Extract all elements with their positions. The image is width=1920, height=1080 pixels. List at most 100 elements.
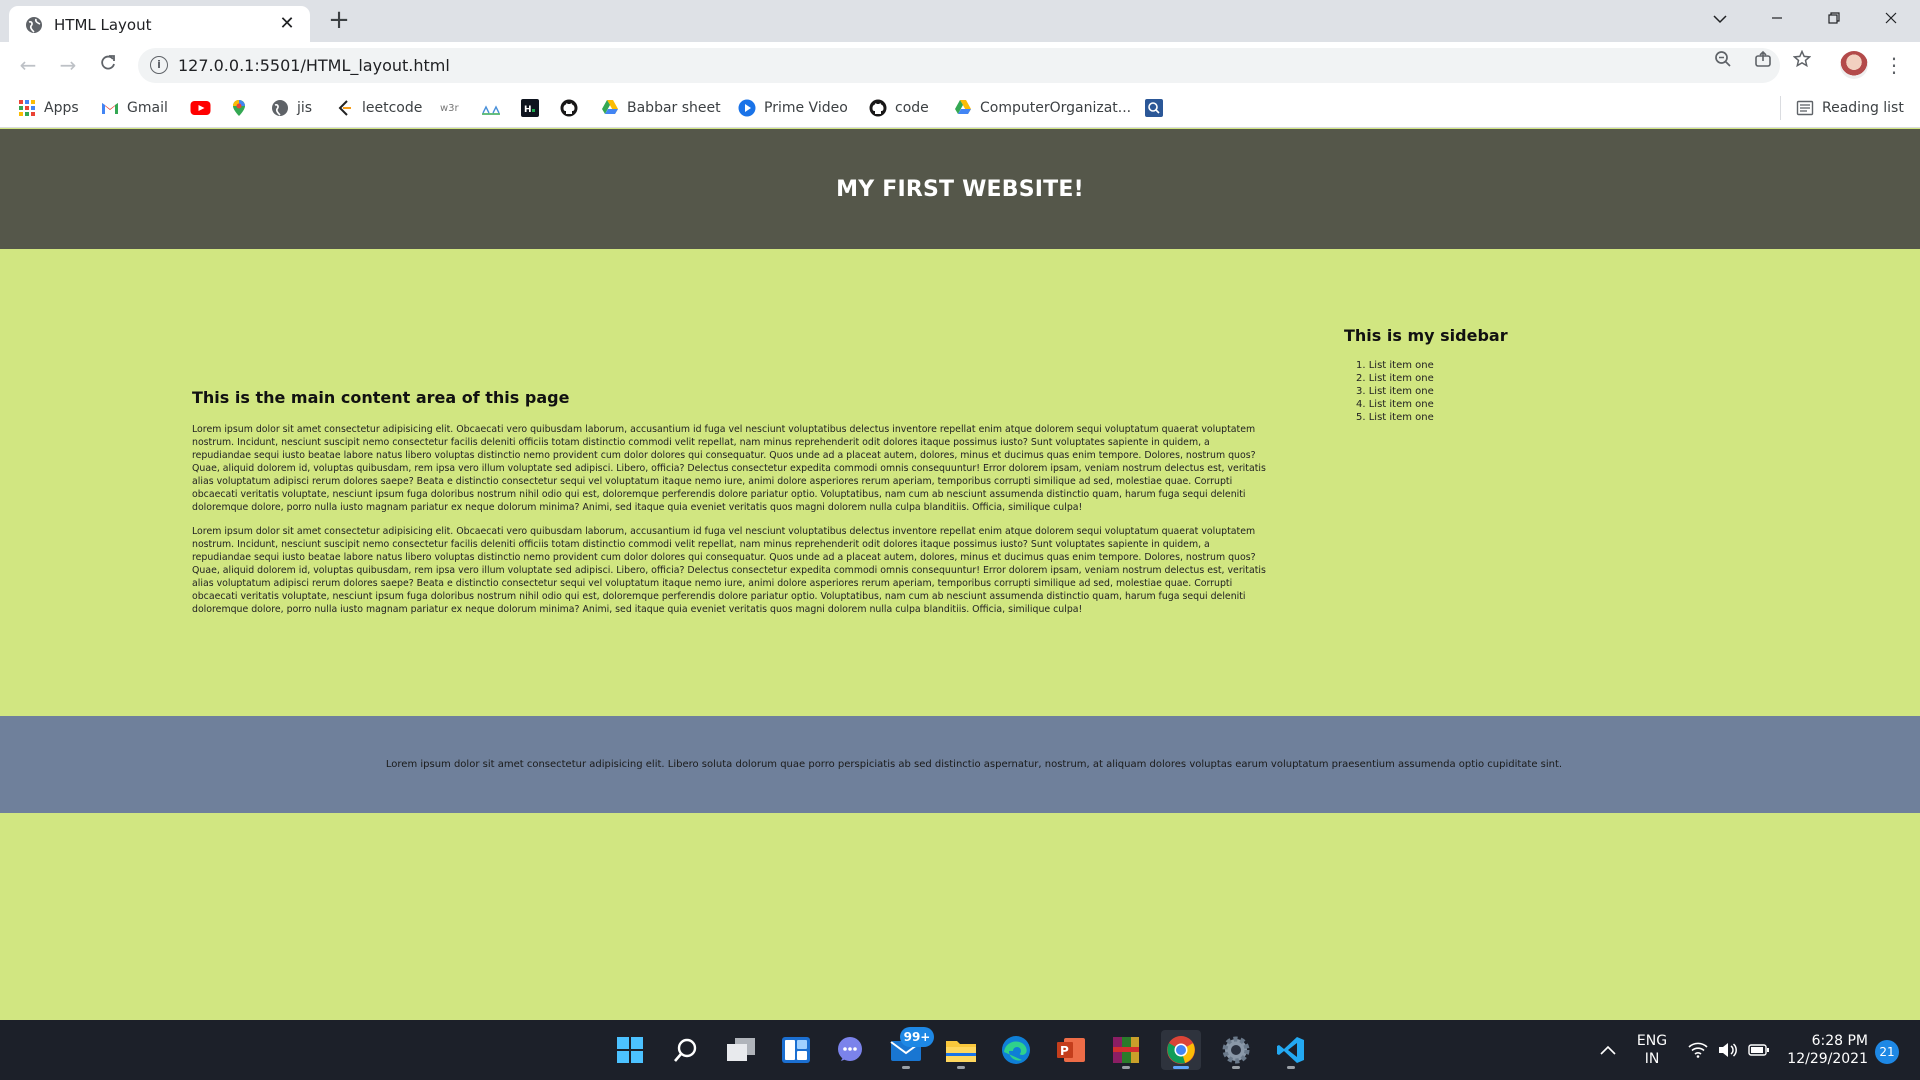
bookmark-search-site[interactable] — [1145, 96, 1163, 120]
bookmark-label: leetcode — [362, 100, 423, 116]
running-indicator — [902, 1066, 910, 1069]
sidebar-heading: This is my sidebar — [1344, 326, 1508, 345]
search-site-icon — [1145, 99, 1163, 117]
github-icon — [869, 99, 887, 117]
notification-badge[interactable]: 21 — [1875, 1040, 1899, 1064]
bookmark-leetcode[interactable]: leetcode — [336, 96, 422, 120]
browser-toolbar: ← → i 127.0.0.1:5501/HTML_layout.html ⋮ — [0, 42, 1920, 88]
language-code: ENG — [1636, 1033, 1668, 1049]
clock-time: 6:28 PM — [1811, 1033, 1868, 1049]
list-item: 3. List item one — [1356, 386, 1434, 397]
site-title: MY FIRST WEBSITE! — [836, 176, 1084, 202]
forward-arrow-icon[interactable]: → — [54, 51, 82, 79]
bookmark-jis[interactable]: jis — [271, 96, 312, 120]
winrar-icon[interactable] — [1106, 1030, 1146, 1070]
main-heading: This is the main content area of this pa… — [192, 388, 570, 407]
bookmark-code[interactable]: code — [869, 96, 929, 120]
svg-text:P: P — [1060, 1044, 1069, 1058]
reading-list-button[interactable]: Reading list — [1796, 96, 1904, 120]
prime-video-icon — [738, 99, 756, 117]
main-content-area: This is the main content area of this pa… — [192, 388, 1270, 627]
powerpoint-icon[interactable]: P — [1051, 1030, 1091, 1070]
google-drive-icon — [955, 100, 971, 114]
vscode-icon[interactable] — [1271, 1030, 1311, 1070]
battery-icon[interactable] — [1745, 1030, 1773, 1070]
share-icon[interactable] — [1752, 50, 1774, 72]
reading-list-icon — [1796, 100, 1814, 116]
bookmark-gmail[interactable]: Gmail — [101, 96, 168, 120]
globe-icon — [272, 100, 288, 116]
tab-search-chevron-icon[interactable] — [1692, 0, 1748, 38]
back-arrow-icon[interactable]: ← — [14, 51, 42, 79]
running-indicator — [1173, 1066, 1189, 1069]
bookmark-apps[interactable]: Apps — [18, 96, 79, 120]
bookmark-maps[interactable] — [230, 96, 248, 120]
running-indicator — [1232, 1066, 1240, 1069]
site-header: MY FIRST WEBSITE! — [0, 129, 1920, 249]
bookmark-w3schools[interactable]: w3r — [440, 96, 459, 120]
bookmark-star-icon[interactable] — [1791, 49, 1813, 72]
site-info-icon[interactable]: i — [150, 56, 168, 74]
new-tab-button[interactable]: + — [325, 6, 353, 34]
google-drive-icon — [602, 100, 618, 114]
running-indicator — [1287, 1066, 1295, 1069]
bookmark-label: Babbar sheet — [627, 100, 721, 116]
w3schools-icon: w3r — [440, 102, 459, 114]
globe-icon — [26, 17, 42, 33]
svg-text:H: H — [524, 105, 532, 115]
reading-list-label: Reading list — [1822, 100, 1904, 116]
bookmark-label: code — [895, 100, 929, 116]
main-paragraph: Lorem ipsum dolor sit amet consectetur a… — [192, 526, 1266, 615]
reload-icon[interactable] — [94, 51, 122, 79]
minimize-button[interactable] — [1749, 0, 1805, 38]
widgets-icon[interactable] — [776, 1030, 816, 1070]
language-indicator[interactable]: ENG IN — [1636, 1032, 1668, 1080]
list-item: 1. List item one — [1356, 360, 1434, 371]
more-menu-icon[interactable]: ⋮ — [1880, 51, 1908, 79]
settings-icon[interactable] — [1216, 1030, 1256, 1070]
running-indicator — [957, 1066, 965, 1069]
edge-icon[interactable] — [996, 1030, 1036, 1070]
chrome-icon[interactable] — [1161, 1030, 1201, 1070]
windows-start-icon[interactable] — [610, 1030, 650, 1070]
task-view-icon[interactable] — [721, 1030, 761, 1070]
youtube-icon — [190, 101, 211, 115]
browser-tab[interactable]: HTML Layout ✕ — [9, 6, 310, 42]
github-icon — [560, 99, 578, 117]
address-bar[interactable]: i 127.0.0.1:5501/HTML_layout.html — [138, 48, 1780, 83]
url-text[interactable]: 127.0.0.1:5501/HTML_layout.html — [178, 56, 450, 75]
browser-tab-strip: HTML Layout ✕ + — [0, 0, 1920, 42]
leetcode-icon — [338, 100, 351, 116]
tab-close-icon[interactable]: ✕ — [276, 13, 298, 35]
search-icon[interactable] — [666, 1030, 706, 1070]
bookmark-hackerrank[interactable]: H — [521, 96, 539, 120]
mail-badge: 99+ — [900, 1027, 934, 1047]
geeksforgeeks-icon — [482, 105, 500, 115]
bookmark-gfg[interactable] — [481, 96, 501, 120]
gmail-icon — [102, 103, 118, 114]
volume-icon[interactable] — [1714, 1030, 1742, 1070]
bookmark-label: Prime Video — [764, 100, 848, 116]
sidebar-list: 1. List item one 2. List item one 3. Lis… — [1356, 359, 1644, 424]
bookmark-babbar-sheet[interactable]: Babbar sheet — [601, 96, 721, 120]
site-footer: Lorem ipsum dolor sit amet consectetur a… — [0, 716, 1920, 813]
bookmark-prime-video[interactable]: Prime Video — [738, 96, 848, 120]
bookmark-label: ComputerOrganizat... — [980, 100, 1132, 116]
zoom-icon[interactable] — [1712, 50, 1734, 72]
file-explorer-icon[interactable] — [941, 1030, 981, 1070]
bookmarks-bar: Apps Gmail jis leetcode w3r H Babbar she… — [0, 88, 1920, 128]
bookmark-computer-organization[interactable]: ComputerOrganizat... — [954, 96, 1131, 120]
teams-chat-icon[interactable] — [830, 1030, 870, 1070]
restore-button[interactable] — [1806, 0, 1862, 38]
profile-avatar[interactable] — [1840, 51, 1868, 79]
bookmark-label: Apps — [44, 100, 79, 116]
chevron-up-icon[interactable] — [1590, 1030, 1626, 1070]
clock[interactable]: 6:28 PM 12/29/2021 — [1784, 1032, 1868, 1080]
close-window-button[interactable] — [1863, 0, 1919, 38]
sidebar: This is my sidebar 1. List item one 2. L… — [1344, 326, 1644, 424]
bookmark-youtube[interactable] — [190, 96, 211, 120]
running-indicator — [1122, 1066, 1130, 1069]
wifi-icon[interactable] — [1684, 1030, 1712, 1070]
bookmark-github[interactable] — [560, 96, 578, 120]
footer-text: Lorem ipsum dolor sit amet consectetur a… — [385, 759, 1563, 770]
